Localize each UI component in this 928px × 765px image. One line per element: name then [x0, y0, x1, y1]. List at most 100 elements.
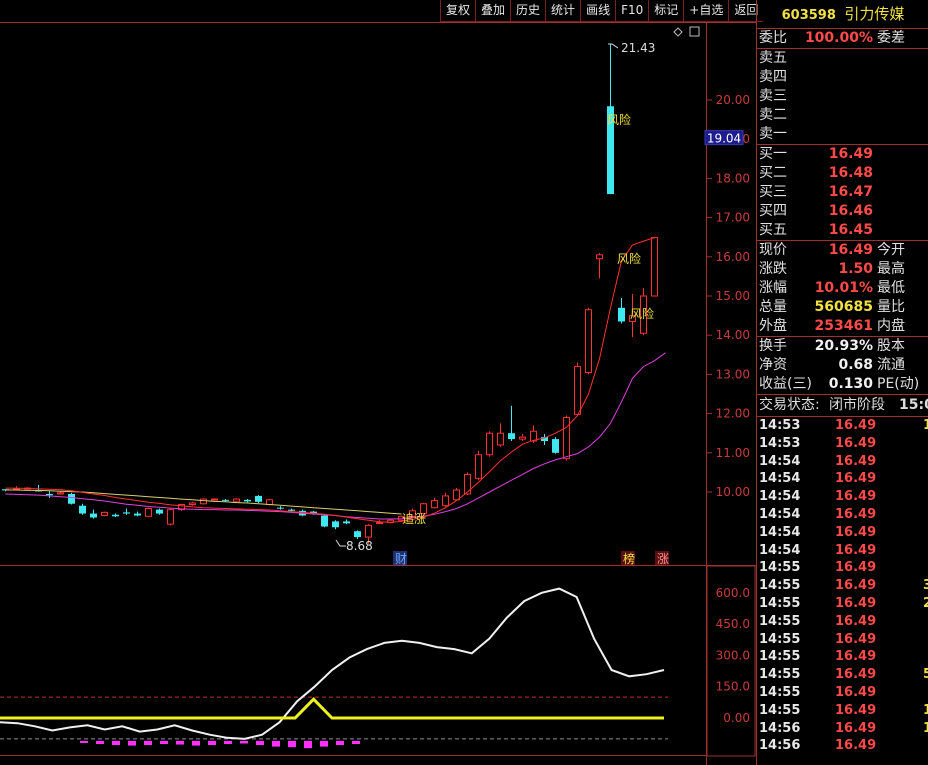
tick-time: 14:54 [759, 471, 801, 487]
candle-body-up [497, 432, 504, 446]
stock-code: 603598 [781, 8, 836, 23]
candle-body-up [211, 498, 218, 501]
quote-row-2-label: 涨幅 [759, 280, 787, 296]
ma-short-line [5, 237, 655, 523]
candles-layer [2, 43, 658, 544]
tick-time: 14:55 [759, 595, 801, 611]
tick-time: 14:54 [759, 453, 801, 469]
quote-row-1-label2: 最高 [877, 261, 905, 277]
quote-row-4-label2: 内盘 [877, 318, 905, 334]
quote-row-1-label: 涨跌 [759, 261, 787, 277]
indicator-bar [336, 740, 344, 746]
quote-row-2-value: 10.01% [814, 280, 873, 296]
tick-time: 14:55 [759, 702, 801, 718]
tick-time: 14:56 [759, 720, 801, 736]
price-axis-label: 18.00 [716, 171, 750, 185]
quote-row-0-label2: 今开 [877, 242, 905, 258]
buy-row-2-label: 买三 [759, 184, 787, 200]
quote-row-4-label: 外盘 [759, 318, 787, 334]
buy-row-0-label: 买一 [759, 146, 787, 162]
indicator-bar [240, 740, 248, 744]
candle-body-up [266, 499, 273, 506]
candle-body-up [376, 522, 383, 525]
window-icon [689, 26, 700, 37]
sell-row-2: 卖三 [757, 87, 928, 106]
sell-row-0-label: 卖五 [759, 50, 787, 66]
fundamentals-block: 换手 20.93% 股本 净资 0.68 流通 收益(三) 0.130 PE(动) [757, 336, 928, 394]
indicator-layer: 600.0 450.0 300.0 150.0 0.00 [0, 586, 750, 749]
indicator-bar [96, 740, 104, 744]
tick-price: 16.49 [835, 613, 877, 629]
candle-body-down [618, 307, 625, 322]
fund-row-2-label2: PE(动) [877, 376, 920, 392]
tick-row: 14:55 16.49 [757, 613, 928, 631]
fund-row-1-label2: 流通 [877, 357, 905, 373]
tick-price: 16.49 [835, 560, 877, 576]
price-axis-label: 20.00 [716, 93, 750, 107]
tick-price: 16.49 [835, 702, 877, 718]
tick-time: 14:54 [759, 489, 801, 505]
candle-body-up [596, 254, 603, 260]
candle-body-up [574, 366, 581, 415]
risk-label: 风险 [617, 251, 641, 266]
indicator-axis-label: 150.0 [716, 680, 750, 694]
sell-row-1-label: 卖四 [759, 69, 787, 85]
tick-price: 16.49 [835, 453, 877, 469]
quote-row-0-value: 16.49 [828, 242, 873, 258]
tick-time: 14:53 [759, 435, 801, 451]
indicator-axis-label: 300.0 [716, 648, 750, 662]
candle-body-up [563, 417, 570, 460]
candle-body-up [145, 507, 152, 517]
tick-row: 14:54 16.49 [757, 470, 928, 488]
risk-label: 风险 [630, 306, 654, 321]
tick-time: 14:56 [759, 738, 801, 754]
tick-vol: 3 [923, 578, 928, 594]
tick-row: 14:54 16.49 [757, 506, 928, 524]
stock-name: 引力传媒 [844, 5, 905, 23]
tick-row: 14:53 16.49 1 [757, 417, 928, 435]
quote-row-3-value: 560685 [814, 299, 873, 315]
tick-row: 14:55 16.49 [757, 559, 928, 577]
tick-row: 14:55 16.49 3 [757, 577, 928, 595]
candle-body-up [365, 524, 372, 538]
weibi-row: 委比 100.00% 委差 [757, 28, 928, 48]
buy-row-0-value: 16.49 [828, 146, 873, 162]
candle-body-down [332, 521, 339, 528]
tick-vol: 2 [923, 595, 928, 611]
tick-vol: 1 [923, 720, 928, 736]
buy-book: 买一 16.49 买二 16.48 买三 16.47 买四 16.46 买五 16.45 [757, 144, 928, 240]
buy-row-3-value: 16.46 [828, 203, 873, 219]
candle-body-down [68, 493, 75, 504]
tick-row: 14:55 16.49 [757, 684, 928, 702]
current-price-tag: 19.04 [707, 132, 741, 146]
marker-zhang: 涨 [657, 551, 669, 566]
candle-body-down [255, 495, 262, 502]
sell-row-4: 卖一 [757, 125, 928, 144]
tick-time: 14:55 [759, 631, 801, 647]
candle-body-up [464, 473, 471, 495]
weicha-label: 委差 [877, 30, 905, 46]
indicator-bar [256, 740, 264, 746]
candle-body-up [431, 500, 438, 509]
indicator-bar [192, 740, 200, 746]
tick-vol: 1 [923, 418, 928, 433]
tick-time: 14:53 [759, 418, 801, 433]
price-axis-label: 16.00 [716, 250, 750, 264]
tick-row: 14:54 16.49 [757, 453, 928, 471]
tick-price: 16.49 [835, 631, 877, 647]
sell-row-3-label: 卖二 [759, 107, 787, 123]
fund-row-0-label2: 股本 [877, 338, 905, 354]
indicator-bar [176, 740, 184, 745]
candle-body-up [585, 309, 592, 373]
kline-chart[interactable]: 20.0019.0018.0017.0016.0015.0014.0013.00… [0, 0, 756, 765]
tick-row: 14:53 16.49 [757, 435, 928, 453]
candle-body-up [167, 509, 174, 525]
high-price-label: 21.43 [621, 41, 655, 55]
tick-price: 16.49 [835, 524, 877, 540]
tick-list[interactable]: 14:53 16.49 1 14:53 16.49 14:54 16.49 14:54 16.4… [757, 416, 928, 755]
buy-row-4-label: 买五 [759, 222, 787, 238]
tick-row: 14:55 16.49 [757, 631, 928, 649]
candle-body-down [321, 515, 328, 527]
tick-row: 14:54 16.49 [757, 524, 928, 542]
stock-header: 603598 引力传媒 [757, 0, 928, 28]
